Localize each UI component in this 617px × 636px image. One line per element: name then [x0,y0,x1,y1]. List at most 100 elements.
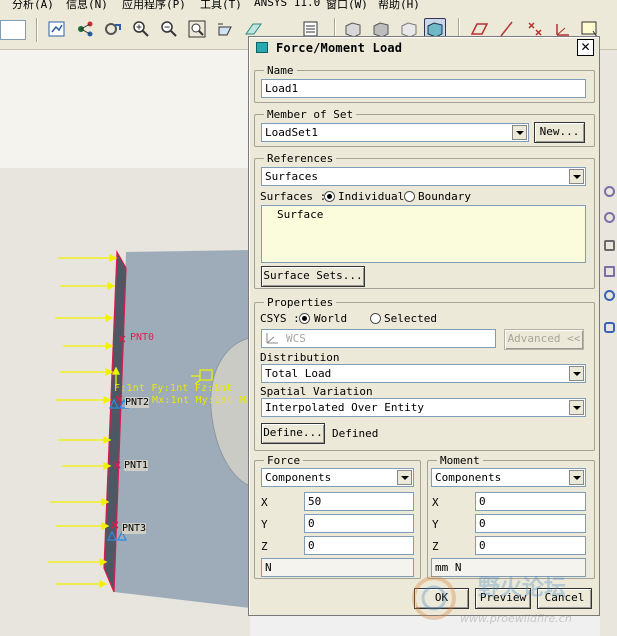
load-set-value: LoadSet1 [265,126,318,139]
surface-sets-button[interactable]: Surface Sets... [261,266,365,287]
chevron-down-icon[interactable] [569,366,584,381]
dialog-titlebar[interactable]: Force/Moment Load ✕ [250,38,598,58]
chevron-down-icon[interactable] [569,400,584,415]
pnt3-label: PNT3 [122,523,147,534]
force-annotation: F:1nt Fy:1nt Fz:1nt [114,383,233,394]
regenerate-icon[interactable] [102,18,124,40]
boundary-radio[interactable] [404,191,415,202]
individual-radio[interactable] [324,191,335,202]
mass-icon[interactable] [604,322,615,333]
advanced-button[interactable]: Advanced << [504,329,584,350]
force-z-input[interactable]: 0 [304,536,414,555]
distribution-label: Distribution [260,351,340,364]
model-tree-area [0,50,250,168]
spatial-variation-select[interactable]: Interpolated Over Entity [261,398,586,417]
datum-axis-icon[interactable] [74,18,96,40]
member-of-set-legend: Member of Set [267,108,354,121]
properties-legend: Properties [267,296,334,309]
chevron-down-icon[interactable] [397,470,412,485]
menu-analysis[interactable]: 分析(A) [12,0,54,10]
chevron-down-icon[interactable] [569,470,584,485]
moment-x-input[interactable]: 0 [475,492,586,511]
menu-info[interactable]: 信息(N) [66,0,108,10]
chevron-down-icon[interactable] [569,169,584,184]
menu-ansys[interactable]: ANSYS 11.0 [254,0,320,9]
surface-collector[interactable]: Surface [261,205,586,263]
csys-field[interactable]: WCS [261,329,496,348]
spatial-variation-value: Interpolated Over Entity [265,401,424,414]
moment-z-label: Z [432,540,439,553]
selected-label: Selected [384,312,437,325]
name-legend: Name [267,64,294,77]
menu-tools[interactable]: 工具(T) [200,0,242,10]
force-x-input[interactable]: 50 [304,492,414,511]
new-load-set-button[interactable]: New... [534,122,585,143]
load-set-select[interactable]: LoadSet1 [261,123,529,142]
right-toolbar [600,50,617,636]
force-units-field[interactable]: N [261,558,414,577]
graphics-viewport[interactable]: PNT0 PNT2 PNT1 PNT3 F:1nt Fy:1nt Fz:1nt … [0,168,276,636]
force-moment-load-dialog: Force/Moment Load ✕ Name Load1 Member of… [248,36,600,616]
toolbar-combo[interactable] [0,20,26,40]
surfaces-mode-label: Surfaces : [260,190,327,203]
boundary-label: Boundary [418,190,471,203]
individual-label: Individual [338,190,405,203]
ok-button[interactable]: OK [414,588,469,609]
menu-applications[interactable]: 应用程序(P) [122,0,186,10]
moment-y-label: Y [432,518,439,531]
spatial-variation-label: Spatial Variation [260,385,373,398]
moment-legend: Moment [440,454,480,467]
pnt0-label: PNT0 [130,332,155,343]
zoom-out-icon[interactable] [158,18,180,40]
menu-help[interactable]: 帮助(H) [378,0,420,10]
analysis-icon[interactable] [46,18,68,40]
moment-z-input[interactable]: 0 [475,536,586,555]
beam-icon[interactable] [604,290,615,301]
dialog-app-icon [256,42,268,53]
restrict-icon[interactable] [604,186,615,197]
moment-units-field[interactable]: mm N [431,558,586,577]
reference-type-value: Surfaces [265,170,318,183]
force-y-label: Y [261,518,268,531]
menu-bar: 分析(A) 信息(N) 应用程序(P) 工具(T) ANSYS 11.0 窗口(… [0,0,617,10]
menu-window[interactable]: 窗口(W) [326,0,368,10]
csys-icon [266,333,278,344]
selected-radio[interactable] [370,313,381,324]
restrict-icon[interactable] [604,212,615,223]
moment-x-label: X [432,496,439,509]
chevron-down-icon[interactable] [512,125,527,140]
moment-mode-select[interactable]: Components [431,468,586,487]
annotation-icon[interactable] [214,18,236,40]
define-button[interactable]: Define... [261,423,325,444]
world-label: World [314,312,348,325]
force-y-input[interactable]: 0 [304,514,414,533]
close-button[interactable]: ✕ [577,39,594,56]
distribution-value: Total Load [265,367,332,380]
preview-button[interactable]: Preview [475,588,531,609]
shell-icon[interactable] [604,266,615,277]
dialog-title: Force/Moment Load [276,41,403,55]
defined-status: Defined [332,427,379,440]
moment-mode-value: Components [435,471,502,484]
cancel-button[interactable]: Cancel [537,588,592,609]
csys-value: WCS [286,332,306,345]
force-x-label: X [261,496,268,509]
reference-type-select[interactable]: Surfaces [261,167,586,186]
force-z-label: Z [261,540,268,553]
world-radio[interactable] [299,313,310,324]
references-legend: References [267,152,334,165]
collector-item[interactable]: Surface [277,208,323,221]
zoom-in-icon[interactable] [130,18,152,40]
moment-y-input[interactable]: 0 [475,514,586,533]
toolbar-separator [36,18,38,42]
name-input[interactable]: Load1 [261,79,586,98]
force-legend: Force [267,454,301,467]
pnt1-label: PNT1 [124,460,149,471]
csys-label: CSYS : [260,312,300,325]
pnt2-label: PNT2 [125,397,150,408]
distribution-select[interactable]: Total Load [261,364,586,383]
pen-icon[interactable] [604,240,615,251]
force-mode-select[interactable]: Components [261,468,414,487]
refit-icon[interactable] [186,18,208,40]
force-mode-value: Components [265,471,332,484]
